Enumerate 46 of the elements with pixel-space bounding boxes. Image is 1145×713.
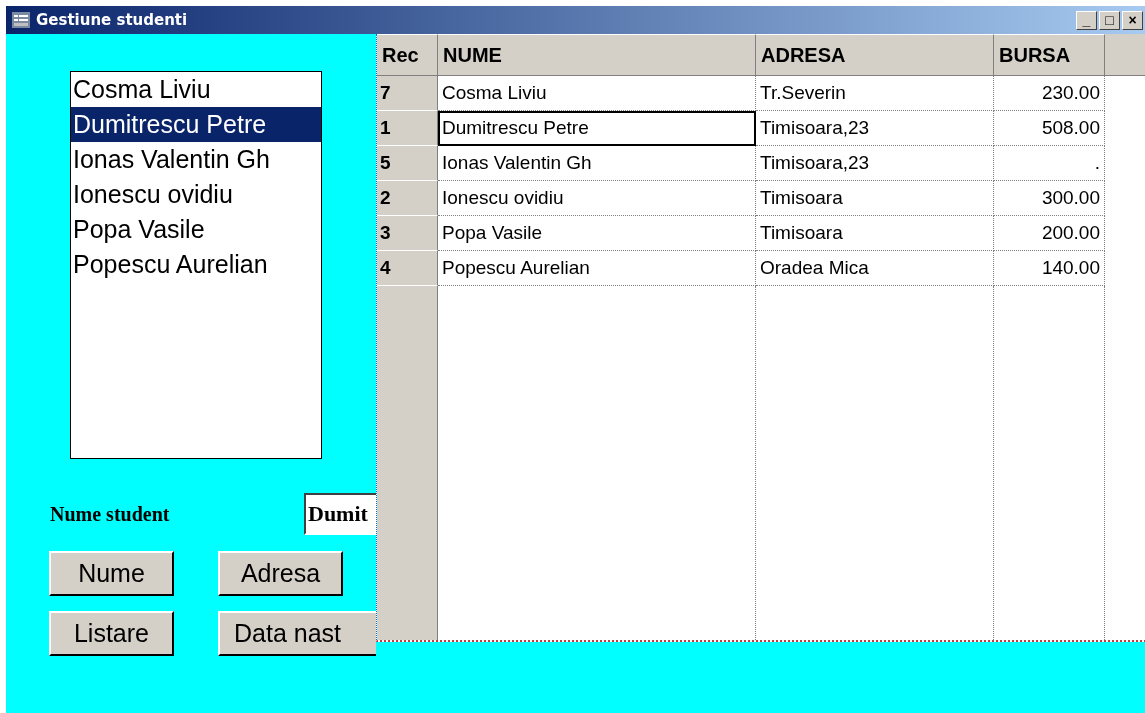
list-item[interactable]: Popescu Aurelian [71,247,321,282]
table-cell: Ionas Valentin Gh [438,146,756,181]
table-cell: Dumitrescu Petre [438,111,756,146]
table-cell: Timisoara [756,216,994,251]
table-cell: Timisoara [756,181,994,216]
table-cell: 300.00 [994,181,1105,216]
name-field[interactable]: Dumit [304,493,376,535]
action-button[interactable]: Data nast [218,611,376,656]
table-cell: 140.00 [994,251,1105,286]
record-number: 1 [377,111,438,146]
table-cell: Timisoara,23 [756,111,994,146]
record-number: 4 [377,251,438,286]
table-cell: Timisoara,23 [756,146,994,181]
record-number: 5 [377,146,438,181]
column-header[interactable]: ADRESA [756,34,994,76]
list-item[interactable]: Ionas Valentin Gh [71,142,321,177]
column-header[interactable]: Rec [377,34,438,76]
app-icon [12,12,30,28]
table-cell: Ionescu ovidiu [438,181,756,216]
action-button[interactable]: Nume [49,551,174,596]
record-number: 7 [377,76,438,111]
list-item[interactable]: Ionescu ovidiu [71,177,321,212]
minimize-button[interactable]: _ [1076,10,1097,30]
action-button[interactable]: Listare [49,611,174,656]
close-button[interactable]: × [1122,10,1143,30]
column-header[interactable]: BURSA [994,34,1105,76]
table-cell: . [994,146,1105,181]
table-cell: Oradea Mica [756,251,994,286]
field-label: Nume student [50,502,171,526]
table-cell: Tr.Severin [756,76,994,111]
list-item[interactable]: Cosma Liviu [71,72,321,107]
table-cell: 200.00 [994,216,1105,251]
column-header[interactable]: NUME [438,34,756,76]
table-cell: 230.00 [994,76,1105,111]
table-cell: Cosma Liviu [438,76,756,111]
record-number: 3 [377,216,438,251]
record-number: 2 [377,181,438,216]
table-cell: Popescu Aurelian [438,251,756,286]
action-button[interactable]: Adresa [218,551,343,596]
table-cell: 508.00 [994,111,1105,146]
list-item[interactable]: Popa Vasile [71,212,321,247]
header-filler [1105,34,1145,76]
window-title: Gestiune studenti [36,11,189,29]
list-item[interactable]: Dumitrescu Petre [71,107,321,142]
maximize-button[interactable]: □ [1099,10,1120,30]
table-cell: Popa Vasile [438,216,756,251]
